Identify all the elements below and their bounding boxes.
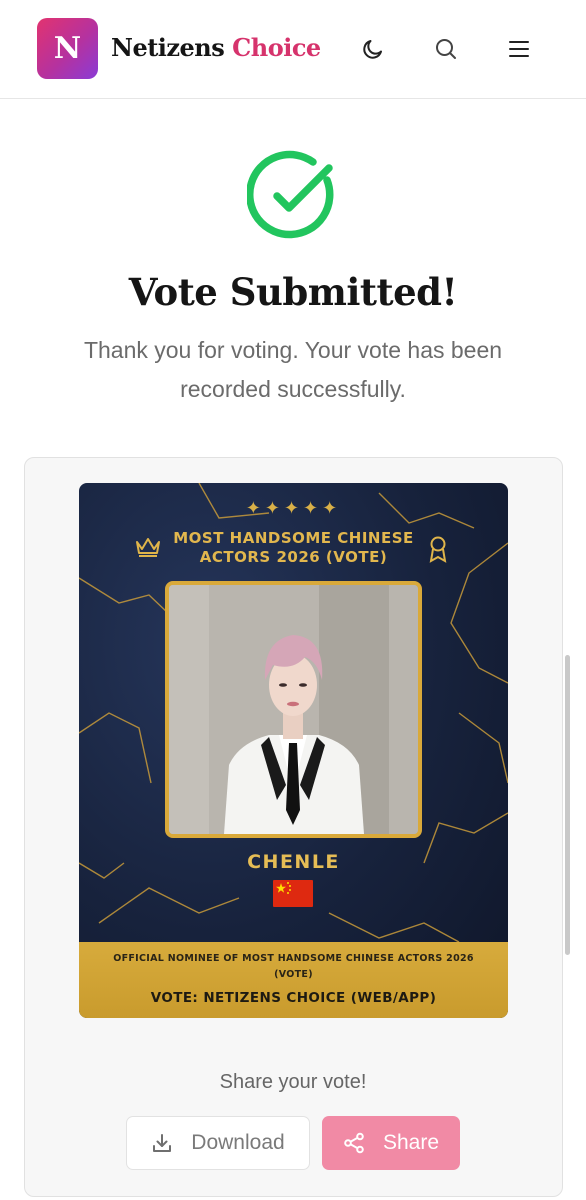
- vote-source-text: VOTE: NETIZENS CHOICE (WEB/APP): [150, 990, 437, 1006]
- share-label-text: Share: [382, 1131, 440, 1154]
- poster-footer: OFFICIAL NOMINEE OF MOST HANDSOME CHINES…: [79, 942, 508, 1018]
- vote-poster: ✦✦✦✦✦ MOST HANDSOME CHINESE ACTORS 2026 …: [79, 483, 508, 1018]
- sparkles: ✦✦✦✦✦: [245, 498, 342, 518]
- share-button[interactable]: Share: [322, 1116, 460, 1170]
- page-title: Vote Submitted!: [128, 270, 458, 314]
- app-header: N Netizens Choice: [0, 0, 586, 99]
- download-button[interactable]: Download: [126, 1116, 310, 1170]
- nominee-photo: [165, 581, 422, 838]
- share-label: Share your vote!: [219, 1071, 367, 1093]
- moon-icon[interactable]: [360, 36, 386, 62]
- crown-icon: [136, 538, 160, 557]
- brand-part-1: Netizens: [111, 33, 225, 62]
- award-icon: [429, 536, 447, 563]
- download-icon: [153, 1134, 172, 1152]
- check-circle-icon: [245, 150, 339, 242]
- download-label: Download: [191, 1131, 285, 1154]
- logo-letter: N: [53, 31, 82, 66]
- menu-icon[interactable]: [506, 36, 532, 62]
- logo[interactable]: N: [37, 18, 98, 79]
- brand-part-2: Choice: [232, 33, 321, 62]
- success-message: Thank you for voting. Your vote has been…: [83, 337, 503, 402]
- china-flag-icon: [273, 880, 313, 907]
- nominee-name: CHENLE: [247, 851, 340, 873]
- search-icon[interactable]: [433, 36, 459, 62]
- brand-name[interactable]: Netizens Choice: [111, 33, 321, 62]
- poster-title: MOST HANDSOME CHINESE ACTORS 2026 (VOTE): [173, 529, 414, 566]
- share-icon: [344, 1132, 364, 1154]
- official-nominee-text: OFFICIAL NOMINEE OF MOST HANDSOME CHINES…: [113, 953, 474, 980]
- scrollbar[interactable]: [565, 655, 570, 955]
